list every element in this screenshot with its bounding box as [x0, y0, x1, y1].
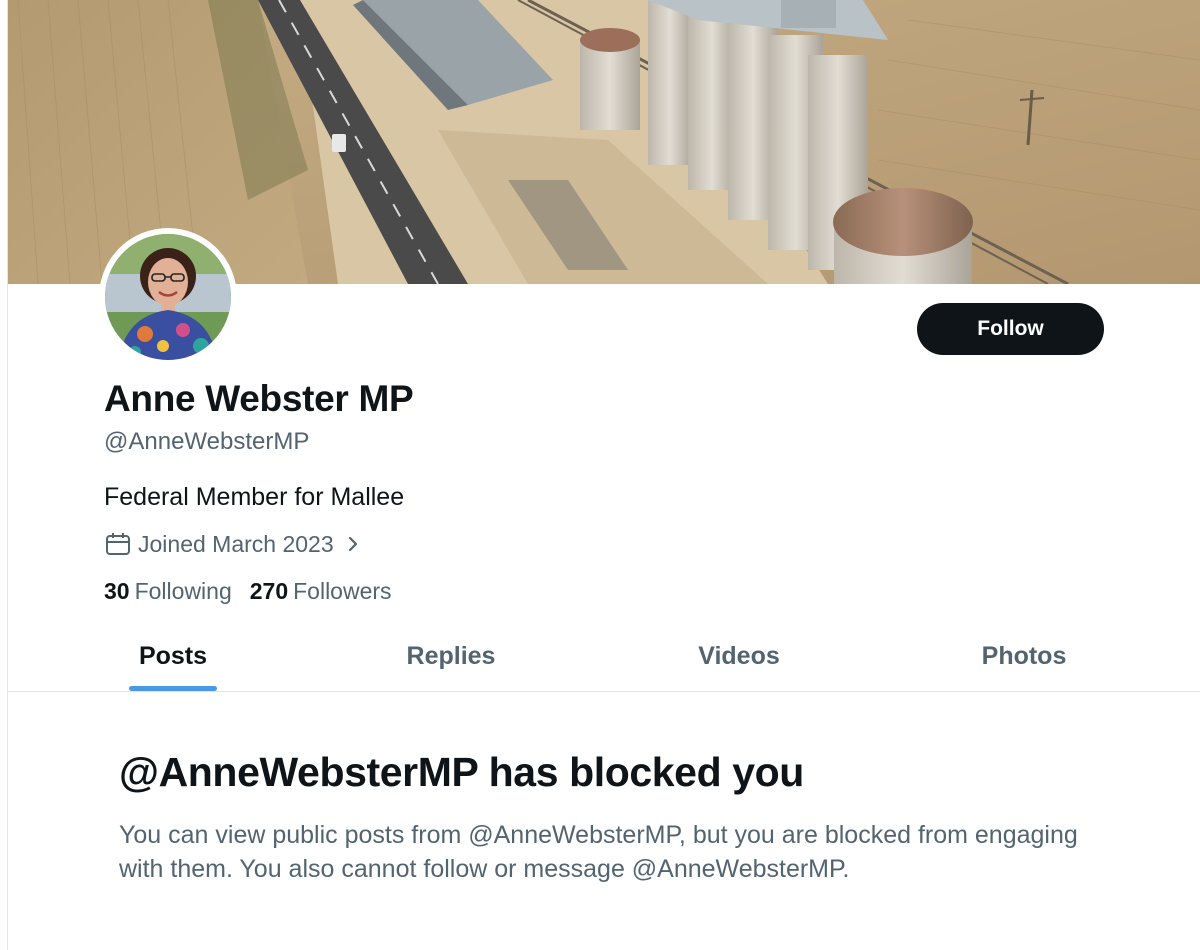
tab-photos[interactable]: Photos — [960, 620, 1088, 692]
tab-replies[interactable]: Replies — [386, 620, 516, 692]
following-label: Following — [134, 578, 232, 604]
tab-videos[interactable]: Videos — [676, 620, 802, 692]
blocked-notice-title: @AnneWebsterMP has blocked you — [119, 749, 804, 795]
tab-posts[interactable]: Posts — [118, 620, 228, 692]
profile-handle: @AnneWebsterMP — [104, 428, 310, 455]
following-link[interactable]: 30 Following — [104, 578, 232, 605]
follow-button[interactable]: Follow — [917, 303, 1104, 355]
followers-count: 270 — [249, 578, 289, 604]
profile-display-name: Anne Webster MP — [104, 378, 414, 419]
following-count: 30 — [104, 578, 130, 604]
blocked-notice-message: You can view public posts from @AnneWebs… — [119, 821, 1078, 883]
joined-date-row[interactable]: Joined March 2023 — [104, 529, 364, 559]
profile-avatar[interactable] — [99, 228, 237, 366]
active-tab-indicator — [129, 686, 217, 691]
page-left-border — [0, 0, 8, 950]
profile-bio: Federal Member for Mallee — [104, 483, 405, 511]
chevron-right-icon — [348, 536, 357, 552]
calendar-icon — [106, 533, 130, 555]
followers-link[interactable]: 270 Followers — [250, 578, 392, 605]
profile-tabs: Posts Replies Videos Photos — [8, 620, 1200, 692]
profile-stats: 30 Following 270 Followers — [104, 578, 392, 605]
joined-date-text: Joined March 2023 — [138, 530, 334, 557]
followers-label: Followers — [293, 578, 392, 604]
